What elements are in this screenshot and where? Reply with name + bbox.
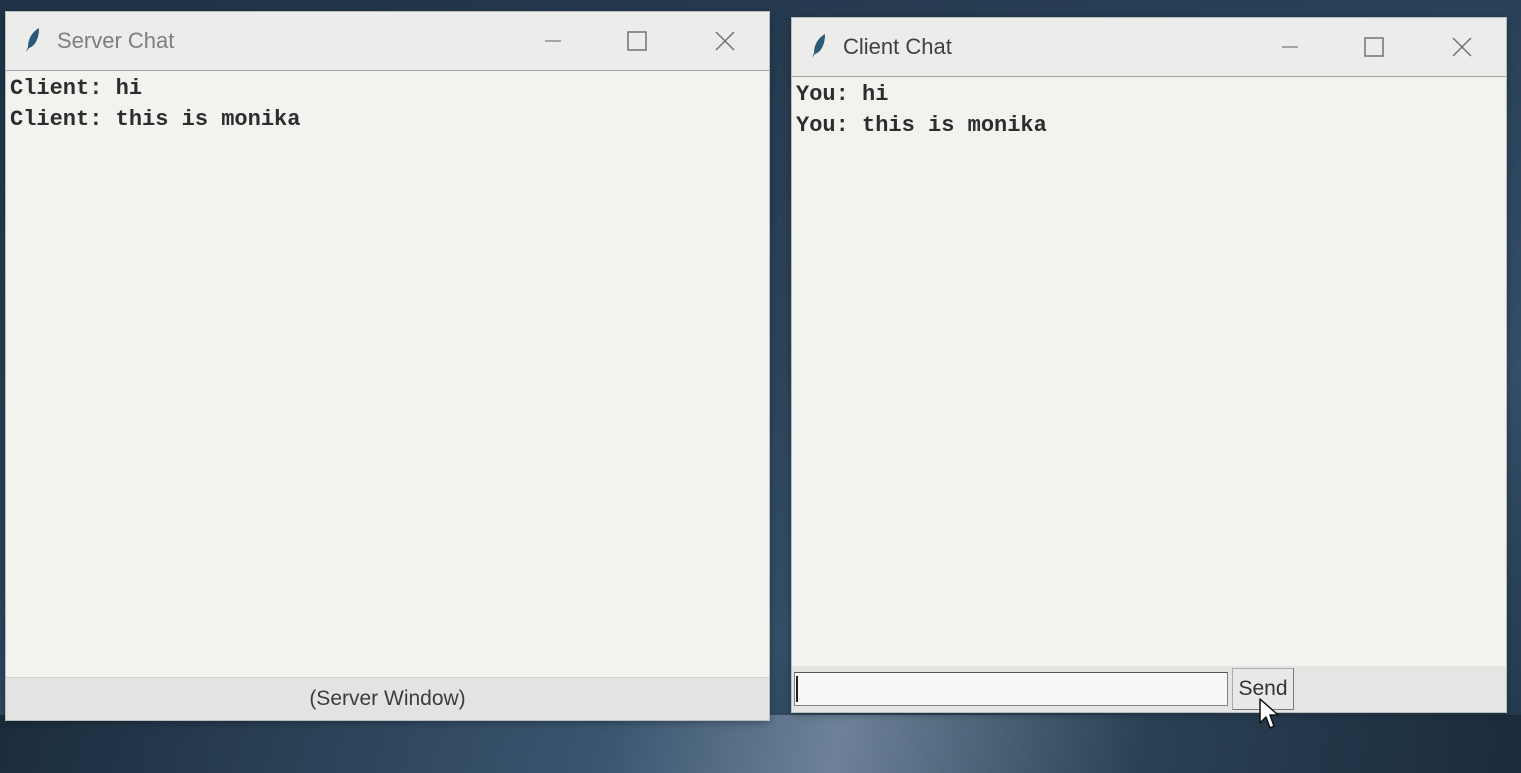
feather-icon [812, 34, 825, 58]
chat-message: You: this is monika [796, 113, 1047, 138]
chat-message: Client: hi [10, 76, 143, 101]
status-label: (Server Window) [309, 687, 466, 710]
close-button[interactable] [1432, 26, 1492, 68]
desktop-background [0, 715, 1521, 773]
close-button[interactable] [695, 20, 755, 62]
input-row: Send [792, 666, 1506, 712]
window-title: Client Chat [843, 34, 952, 59]
server-titlebar[interactable]: Server Chat [6, 12, 769, 71]
client-chat-window: Client Chat You: hi You: this is monika … [792, 18, 1506, 712]
server-chat-window: Server Chat Client: hi Client: this is m… [6, 12, 769, 720]
maximize-button[interactable] [1344, 26, 1404, 68]
chat-log[interactable]: You: hi You: this is monika [792, 77, 1506, 666]
chat-message: Client: this is monika [10, 107, 301, 132]
minimize-icon [1282, 46, 1298, 48]
feather-icon [26, 28, 39, 52]
minimize-button[interactable] [523, 20, 583, 62]
text-caret [796, 676, 798, 702]
chat-log[interactable]: Client: hi Client: this is monika [6, 71, 769, 678]
message-input[interactable] [794, 672, 1228, 706]
maximize-icon [1364, 37, 1384, 57]
minimize-icon [545, 40, 561, 42]
maximize-button[interactable] [607, 20, 667, 62]
chat-message: You: hi [796, 82, 889, 107]
window-title: Server Chat [57, 28, 175, 53]
client-titlebar[interactable]: Client Chat [792, 18, 1506, 77]
close-icon [715, 31, 735, 51]
minimize-button[interactable] [1260, 26, 1320, 68]
maximize-icon [627, 31, 647, 51]
mouse-pointer-icon [1259, 698, 1279, 729]
close-icon [1452, 37, 1472, 57]
status-bar: (Server Window) [6, 677, 769, 720]
